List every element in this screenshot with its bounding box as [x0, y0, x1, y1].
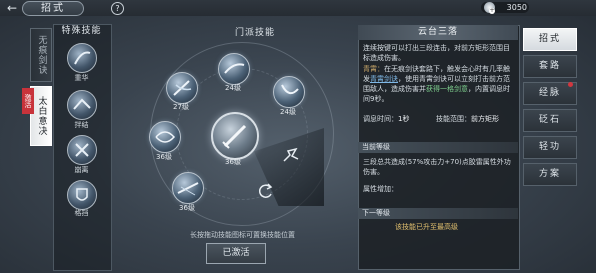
- ring-skill-4-icon[interactable]: [149, 121, 181, 153]
- drag-hint: 长按拖动技能图标可置换技能位置: [190, 231, 295, 239]
- skill-level: 36级: [179, 204, 195, 212]
- skill-level: 24级: [225, 84, 241, 92]
- tab-wuhen-jianjue[interactable]: 无痕剑诀: [30, 28, 52, 82]
- current-level-text: 三段总共造成(57%攻击力+70)点胶雷属性外功伤害。: [363, 158, 511, 176]
- cooldown-stat: 调息时间：1秒: [363, 115, 410, 123]
- skill-label: 格挡: [74, 209, 89, 217]
- skill-label: 拌结: [74, 121, 89, 129]
- skill-banjie-icon[interactable]: [67, 90, 97, 120]
- max-level-text: 该技能已升至最高级: [395, 223, 458, 231]
- nav-routines[interactable]: 套路: [523, 55, 577, 78]
- active-badge: 激活: [22, 88, 34, 114]
- sect-skills-title: 门派技能: [234, 28, 275, 38]
- ring-skill-3-icon[interactable]: [273, 76, 305, 108]
- dodge-skill-icon[interactable]: [282, 147, 300, 165]
- ring-skill-1-icon[interactable]: [218, 53, 250, 85]
- skill-bengli-icon[interactable]: [67, 135, 97, 165]
- attribute-increase-label: 属性增加：: [363, 185, 398, 193]
- skill-qingxiao-description: 青霄：在无痕剑诀套路下，触发会心时有几率触发青霄剑诀，使用青霄剑诀可以立刻打击前…: [363, 65, 510, 103]
- page-title: 招式: [22, 1, 84, 16]
- skill-name: 云台三落: [358, 25, 518, 40]
- current-level-header: 当前等级: [358, 142, 518, 153]
- skill-level: 36级: [156, 153, 172, 161]
- ring-skill-6-icon[interactable]: [172, 172, 204, 204]
- qingxiao-link[interactable]: 青霄剑诀: [370, 75, 398, 83]
- notification-dot: [568, 82, 573, 87]
- tab-label: 太白意决: [36, 96, 47, 136]
- nav-stones[interactable]: 砭石: [523, 109, 577, 132]
- selected-skill-sword-icon[interactable]: [211, 112, 259, 160]
- next-level-header: 下一等级: [358, 208, 518, 219]
- activated-button[interactable]: 已激活: [206, 243, 266, 264]
- skill-label: 重华: [74, 74, 89, 82]
- special-skills-title: 特殊技能: [61, 26, 102, 36]
- nav-presets[interactable]: 方案: [523, 163, 577, 186]
- back-arrow-icon[interactable]: ←: [5, 1, 19, 15]
- skill-gedang-icon[interactable]: [67, 180, 97, 210]
- nav-moves[interactable]: 招式: [523, 28, 577, 51]
- add-currency-icon[interactable]: +: [489, 8, 495, 14]
- skill-description: 连续按键可以打出三段连击，对前方矩形范围目标造成伤害。: [363, 44, 510, 62]
- cycle-skill-icon[interactable]: [257, 182, 275, 200]
- skill-label: 崩离: [74, 166, 89, 174]
- tab-label: 无痕剑诀: [36, 35, 47, 75]
- help-icon[interactable]: ?: [111, 2, 124, 15]
- skill-level: 36级: [225, 158, 241, 166]
- range-stat: 技能范围：前方矩形: [436, 115, 499, 123]
- currency-value: 3050: [506, 3, 527, 12]
- skill-level: 27级: [173, 103, 189, 111]
- ring-skill-2-icon[interactable]: [166, 72, 198, 104]
- skill-chonghua-icon[interactable]: [67, 43, 97, 73]
- skill-level: 24级: [280, 108, 296, 116]
- nav-lightness[interactable]: 轻功: [523, 136, 577, 159]
